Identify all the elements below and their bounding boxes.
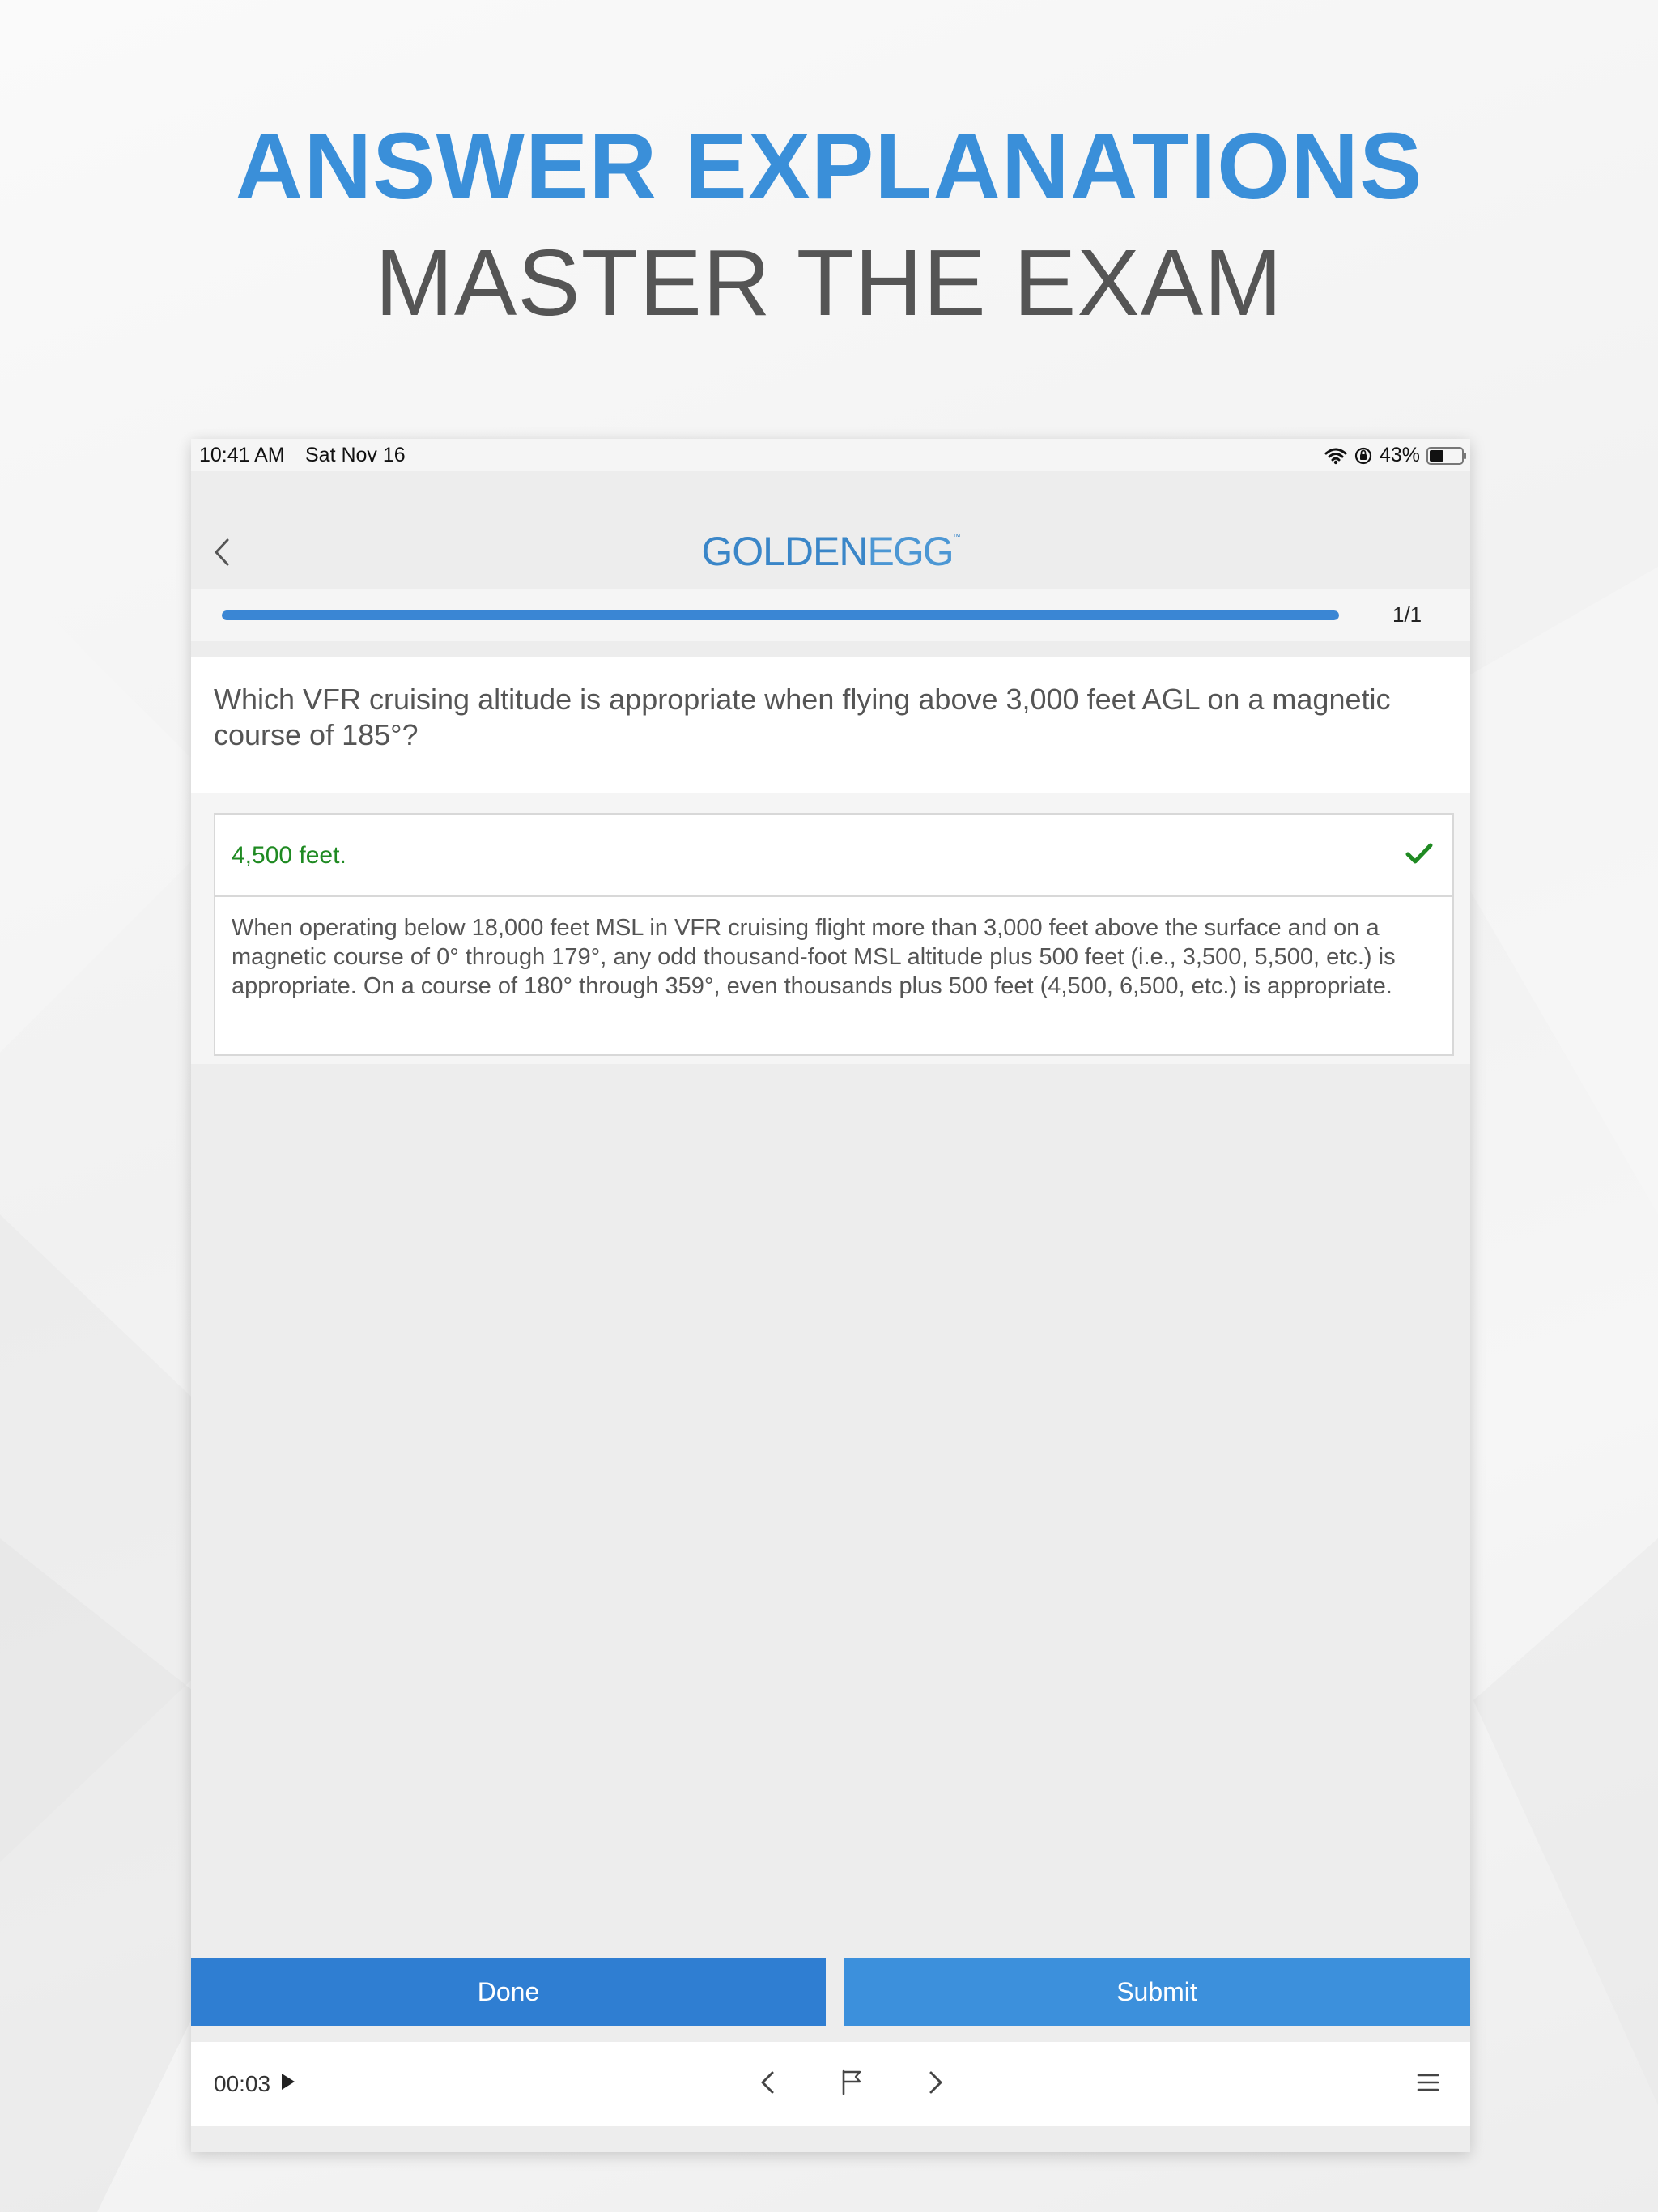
- flag-icon: [840, 2069, 863, 2099]
- previous-question-button[interactable]: [750, 2066, 785, 2102]
- status-time: 10:41 AM: [199, 444, 285, 466]
- headline-secondary: MASTER THE EXAM: [375, 230, 1283, 335]
- orientation-lock-icon: [1354, 446, 1373, 466]
- status-indicators: 43%: [1324, 444, 1467, 467]
- checkmark-icon: [1405, 842, 1433, 869]
- logo-word-egg: EGG: [867, 529, 954, 574]
- headline-primary: ANSWER EXPLANATIONS: [235, 113, 1423, 219]
- answer-text: 4,500 feet.: [232, 842, 346, 869]
- answer-option-correct[interactable]: 4,500 feet.: [215, 815, 1452, 897]
- next-question-button[interactable]: [918, 2066, 954, 2102]
- app-logo: GOLDENEGG™: [191, 528, 1470, 575]
- timer-value: 00:03: [214, 2071, 271, 2096]
- progress-bar-fill: [222, 610, 1339, 620]
- question-counter: 1/1: [1392, 602, 1422, 627]
- bottom-toolbar: 00:03: [191, 2042, 1470, 2126]
- progress-bar: [222, 610, 1339, 620]
- hamburger-menu-icon: [1417, 2073, 1439, 2096]
- play-icon: [280, 2071, 296, 2097]
- logo-trademark: ™: [952, 533, 961, 542]
- answer-explanation: When operating below 18,000 feet MSL in …: [232, 915, 1396, 999]
- submit-button[interactable]: Submit: [844, 1958, 1470, 2026]
- status-date: Sat Nov 16: [305, 444, 406, 466]
- logo-word-golden: GOLDEN: [701, 529, 868, 574]
- chevron-right-icon: [929, 2070, 943, 2099]
- timer[interactable]: 00:03: [214, 2071, 296, 2097]
- battery-percent: 43%: [1379, 444, 1420, 466]
- question-card: Which VFR cruising altitude is appropria…: [191, 657, 1470, 793]
- status-bar: 10:41 AM Sat Nov 16 43%: [191, 439, 1470, 471]
- battery-icon: [1426, 446, 1467, 466]
- menu-button[interactable]: [1410, 2066, 1446, 2102]
- question-text: Which VFR cruising altitude is appropria…: [214, 683, 1391, 751]
- chevron-left-icon: [760, 2070, 775, 2099]
- answer-section: 4,500 feet. When operating below 18,000 …: [191, 793, 1470, 1064]
- done-button[interactable]: Done: [191, 1958, 826, 2026]
- wifi-icon: [1324, 447, 1347, 465]
- flag-question-button[interactable]: [834, 2066, 869, 2102]
- progress-row: 1/1: [191, 589, 1470, 641]
- device-screen: 10:41 AM Sat Nov 16 43% GOLDENEGG™ 1/1 W…: [191, 439, 1470, 2152]
- answer-box: 4,500 feet. When operating below 18,000 …: [214, 813, 1454, 1056]
